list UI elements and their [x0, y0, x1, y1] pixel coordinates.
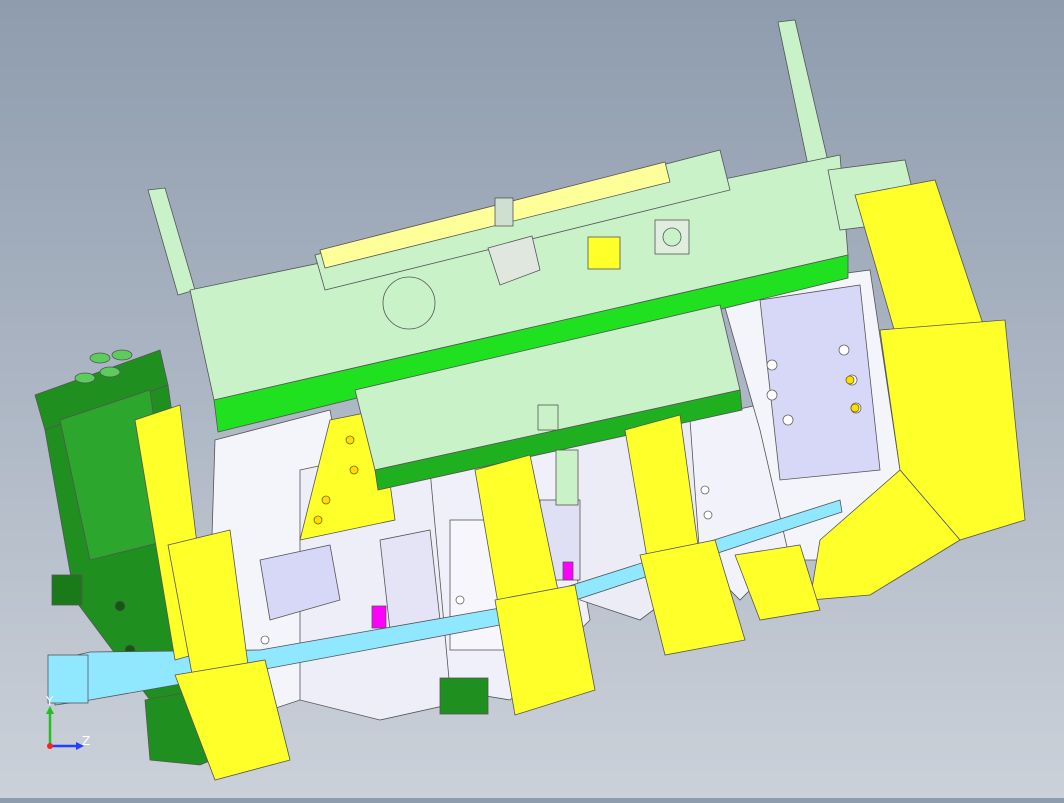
cad-3d-viewport[interactable]: [0, 0, 1064, 798]
y-axis-label: Y: [46, 694, 54, 708]
assembly-model[interactable]: [0, 0, 1064, 798]
axis-triad-icon: [46, 706, 84, 750]
sensor-block: [439, 677, 489, 715]
axis-triad: Y Z: [38, 694, 98, 760]
z-axis-label: Z: [82, 734, 91, 748]
